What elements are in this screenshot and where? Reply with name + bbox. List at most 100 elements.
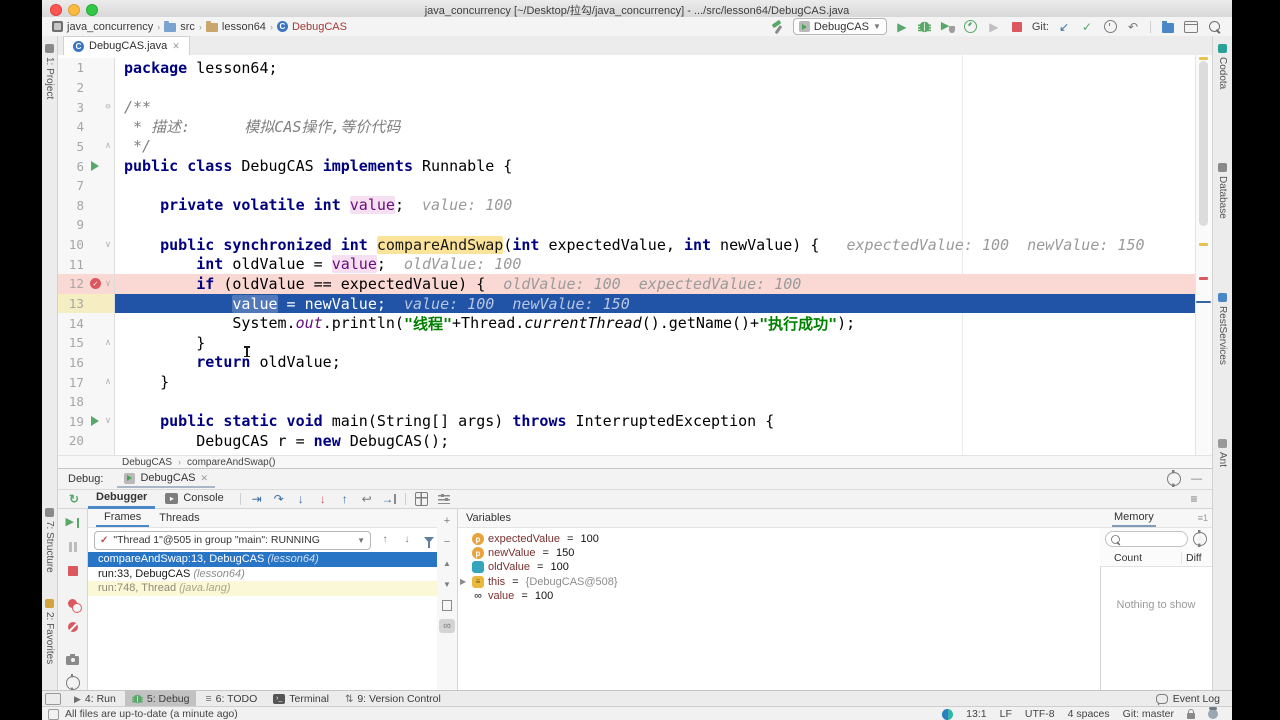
- editor-breadcrumb-item[interactable]: DebugCAS: [122, 457, 172, 468]
- gutter[interactable]: 10∨: [58, 235, 115, 255]
- scrollbar-thumb[interactable]: [1199, 61, 1208, 226]
- hammer-icon[interactable]: [770, 19, 786, 35]
- camera-icon[interactable]: [65, 651, 81, 667]
- stop-icon[interactable]: [1009, 19, 1025, 35]
- rerun-icon[interactable]: ↻: [66, 491, 82, 507]
- tab-frames[interactable]: Frames: [96, 509, 149, 527]
- pause-icon[interactable]: [65, 539, 81, 555]
- showexec-icon[interactable]: ⇥: [249, 491, 265, 507]
- gutter[interactable]: 4: [58, 117, 115, 137]
- breadcrumb-item[interactable]: src: [164, 21, 195, 33]
- expand-arrow-icon[interactable]: ▶: [460, 577, 468, 586]
- coverage-icon[interactable]: [940, 19, 956, 35]
- breakpoint-icon[interactable]: ✓: [89, 278, 102, 289]
- gutter[interactable]: 16: [58, 353, 115, 373]
- memory-col-diff[interactable]: Diff: [1182, 552, 1212, 564]
- resume-icon[interactable]: [65, 515, 81, 531]
- gutter[interactable]: 2: [58, 78, 115, 98]
- watch-watch-icon[interactable]: ∞: [439, 619, 455, 633]
- memory-settings-gear-icon[interactable]: [1193, 532, 1207, 546]
- gutter[interactable]: 14: [58, 313, 115, 333]
- remove-watch-icon[interactable]: −: [439, 535, 455, 549]
- code-text[interactable]: value = newValue; value: 100 newValue: 1…: [115, 294, 1196, 314]
- gutter[interactable]: 20: [58, 431, 115, 451]
- code-text[interactable]: return oldValue;: [115, 353, 1196, 373]
- runtocursor-icon[interactable]: [381, 491, 397, 507]
- fold-marker[interactable]: ∧: [102, 338, 114, 348]
- thread-dropdown[interactable]: ✓ "Thread 1"@505 in group "main": RUNNIN…: [94, 531, 371, 550]
- stepover-icon[interactable]: ↷: [271, 491, 287, 507]
- stripe-mark-usage[interactable]: [1199, 243, 1208, 246]
- git-rollback-icon[interactable]: ↶: [1125, 19, 1141, 35]
- code-text[interactable]: private volatile int value; value: 100: [115, 195, 1196, 215]
- sidebar-item-codota[interactable]: Codota: [1217, 44, 1228, 89]
- sidebar-item-7-structure[interactable]: 7: Structure: [44, 508, 55, 573]
- gutter[interactable]: 6: [58, 156, 115, 176]
- fold-marker[interactable]: ∨: [102, 240, 114, 250]
- code-text[interactable]: [115, 215, 1196, 235]
- code-text[interactable]: int oldValue = value; oldValue: 100: [115, 254, 1196, 274]
- gutter[interactable]: 19∨: [58, 412, 115, 432]
- debug-session-tab[interactable]: DebugCAS ✕: [117, 470, 215, 488]
- memory-col-count[interactable]: Count: [1100, 552, 1182, 564]
- tab-threads[interactable]: Threads: [151, 510, 207, 526]
- fold-marker[interactable]: ∨: [102, 416, 114, 426]
- code-text[interactable]: public static void main(String[] args) t…: [115, 412, 1196, 432]
- evaluate-icon[interactable]: [414, 491, 430, 507]
- sidebar-item-restservices[interactable]: RestServices: [1217, 293, 1228, 365]
- variable-row[interactable]: ∞value = 100: [458, 589, 1100, 603]
- add-watch-icon[interactable]: +: [439, 514, 455, 528]
- gutter[interactable]: 1: [58, 58, 115, 78]
- toolwindow-button-5-debug[interactable]: 5: Debug: [125, 691, 197, 707]
- down-watch-icon[interactable]: ▼: [439, 577, 455, 591]
- gutter[interactable]: 17∧: [58, 372, 115, 392]
- gutter[interactable]: 5∧: [58, 137, 115, 157]
- code-text[interactable]: /**: [115, 97, 1196, 117]
- fold-marker[interactable]: ∧: [102, 377, 114, 387]
- editor-tab[interactable]: C DebugCAS.java ✕: [63, 36, 190, 55]
- gutter[interactable]: 13: [58, 294, 115, 314]
- search-icon[interactable]: [1206, 19, 1222, 35]
- git-update-icon[interactable]: ↙: [1056, 19, 1072, 35]
- status-indicator-icon[interactable]: [942, 709, 953, 720]
- git-history-icon[interactable]: [1102, 19, 1118, 35]
- stepout-icon[interactable]: ↑: [337, 491, 353, 507]
- code-text[interactable]: public class DebugCAS implements Runnabl…: [115, 156, 1196, 176]
- profile-icon[interactable]: [963, 19, 979, 35]
- toolwindow-button-6-todo[interactable]: ≡6: TODO: [198, 691, 264, 707]
- forcestep-icon[interactable]: ↓: [315, 491, 331, 507]
- toolwindow-button-terminal[interactable]: ›_Terminal: [266, 691, 336, 707]
- memory-search-input[interactable]: [1105, 531, 1188, 547]
- gutter[interactable]: 3⊖: [58, 97, 115, 117]
- run-line-icon[interactable]: [89, 161, 102, 171]
- run-icon[interactable]: ▶: [894, 19, 910, 35]
- unlock-icon[interactable]: [1187, 713, 1195, 719]
- fold-marker[interactable]: ∨: [102, 279, 114, 289]
- stripe-mark-breakpoint[interactable]: [1199, 277, 1208, 280]
- tab-debugger[interactable]: Debugger: [88, 489, 155, 509]
- frame-row[interactable]: compareAndSwap:13, DebugCAS (lesson64): [88, 552, 437, 567]
- status-widget-4-spaces[interactable]: 4 spaces: [1068, 708, 1110, 720]
- code-text[interactable]: [115, 392, 1196, 412]
- sliders-icon[interactable]: [436, 491, 452, 507]
- breadcrumb-item[interactable]: CDebugCAS: [277, 21, 347, 33]
- hide-debug-panel-icon[interactable]: —: [1191, 473, 1202, 485]
- code-text[interactable]: */: [115, 137, 1196, 157]
- stripe-mark-execution[interactable]: [1196, 301, 1211, 303]
- gutter[interactable]: 7: [58, 176, 115, 196]
- memory-corner-icon[interactable]: ≡1: [1198, 513, 1212, 523]
- variable-row[interactable]: pnewValue = 150: [458, 546, 1100, 560]
- close-tab-icon[interactable]: ✕: [172, 41, 180, 52]
- run-config-dropdown[interactable]: DebugCAS▼: [793, 18, 887, 35]
- gutter[interactable]: 15∧: [58, 333, 115, 353]
- code-text[interactable]: public synchronized int compareAndSwap(i…: [115, 235, 1196, 255]
- copy-watch-icon[interactable]: [439, 598, 455, 612]
- debug-settings-gear-icon[interactable]: [1167, 472, 1181, 486]
- memory-tab[interactable]: Memory: [1112, 510, 1156, 527]
- event-log-label[interactable]: Event Log: [1173, 693, 1220, 705]
- stop-icon[interactable]: [65, 563, 81, 579]
- status-widget-git-master[interactable]: Git: master: [1123, 708, 1174, 720]
- variable-row[interactable]: ▶≡this = {DebugCAS@508}: [458, 575, 1100, 589]
- editor-breadcrumb-item[interactable]: compareAndSwap(): [187, 457, 275, 468]
- editor-scrollbar[interactable]: [1195, 55, 1212, 455]
